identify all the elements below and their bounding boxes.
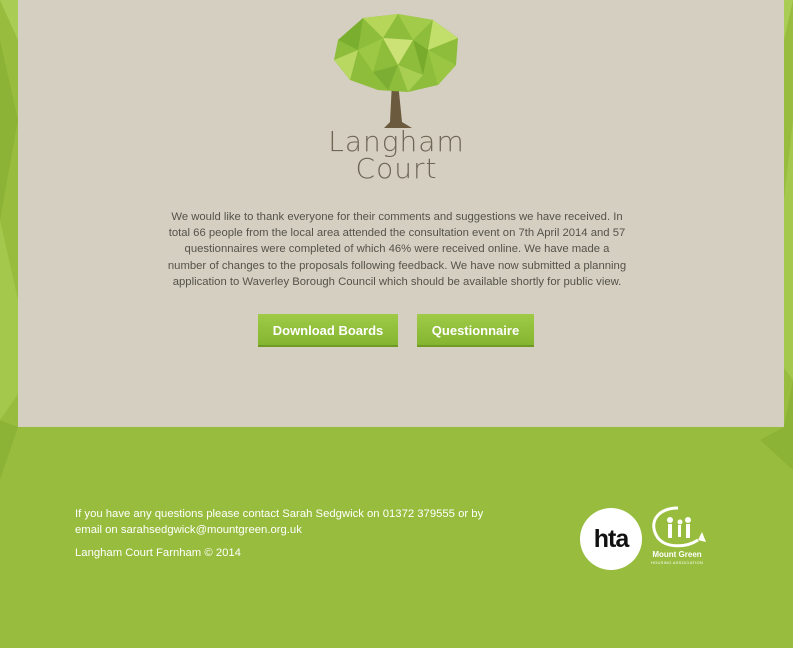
contact-email-link[interactable]: sarahsedgwick@mountgreen.org.uk [121, 524, 302, 536]
page: Langham Court We would like to thank eve… [0, 0, 793, 648]
questionnaire-button[interactable]: Questionnaire [417, 314, 534, 347]
download-boards-button[interactable]: Download Boards [258, 314, 398, 347]
copyright-text: Langham Court Farnham © 2014 [75, 547, 241, 559]
mount-green-name: Mount Green [652, 550, 702, 559]
brand-line-1: Langham [328, 125, 465, 158]
hta-logo-text: hta [593, 524, 629, 553]
brand-line-2: Court [355, 152, 438, 185]
brand-wordmark: Langham Court [300, 125, 493, 185]
mount-green-subtitle: HOUSING ASSOCIATION [650, 560, 704, 565]
intro-text: We would like to thank everyone for thei… [167, 211, 627, 288]
contact-text: If you have any questions please contact… [75, 506, 505, 538]
hta-logo[interactable]: hta [580, 508, 642, 570]
